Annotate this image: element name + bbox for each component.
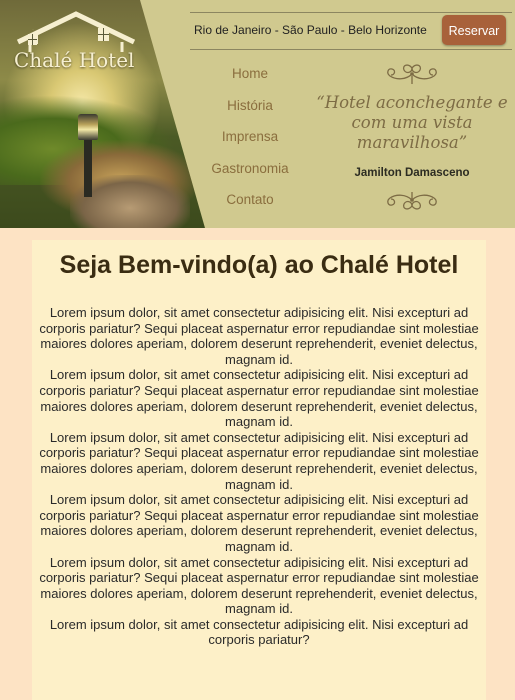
paragraph: Lorem ipsum dolor, sit amet consectetur … — [39, 305, 479, 367]
nav-item-gastronomia[interactable]: Gastronomia — [200, 153, 300, 185]
nav-item-imprensa[interactable]: Imprensa — [200, 121, 300, 153]
main-nav: Home História Imprensa Gastronomia Conta… — [200, 58, 300, 216]
article-body: Lorem ipsum dolor, sit amet consectetur … — [32, 305, 486, 648]
testimonial-author: Jamilton Damasceno — [354, 167, 470, 179]
testimonial-quote: “Hotel aconchegante e com uma vista mara… — [316, 93, 508, 152]
cities-list: Rio de Janeiro - São Paulo - Belo Horizo… — [194, 23, 427, 37]
paragraph: Lorem ipsum dolor, sit amet consectetur … — [39, 554, 479, 617]
brand-name: Chalé Hotel — [14, 48, 135, 72]
paragraph: Lorem ipsum dolor, sit amet consectetur … — [39, 492, 479, 554]
reserve-button[interactable]: Reservar — [442, 15, 506, 45]
top-bar: Rio de Janeiro - São Paulo - Belo Horizo… — [190, 12, 512, 50]
ornament-flourish-icon — [387, 192, 437, 210]
nav-item-historia[interactable]: História — [200, 90, 300, 122]
page-title: Seja Bem-vindo(a) ao Chalé Hotel — [59, 251, 459, 279]
paragraph: Lorem ipsum dolor, sit amet consectetur … — [39, 429, 479, 492]
paragraph: Lorem ipsum dolor, sit amet consectetur … — [49, 616, 469, 648]
main-content: Seja Bem-vindo(a) ao Chalé Hotel Lorem i… — [32, 240, 486, 700]
site-header: Chalé Hotel Rio de Janeiro - São Paulo -… — [0, 0, 515, 228]
ornament-flourish-icon — [387, 64, 437, 84]
paragraph: Lorem ipsum dolor, sit amet consectetur … — [39, 367, 479, 430]
nav-item-home[interactable]: Home — [200, 58, 300, 90]
nav-item-contato[interactable]: Contato — [200, 184, 300, 216]
